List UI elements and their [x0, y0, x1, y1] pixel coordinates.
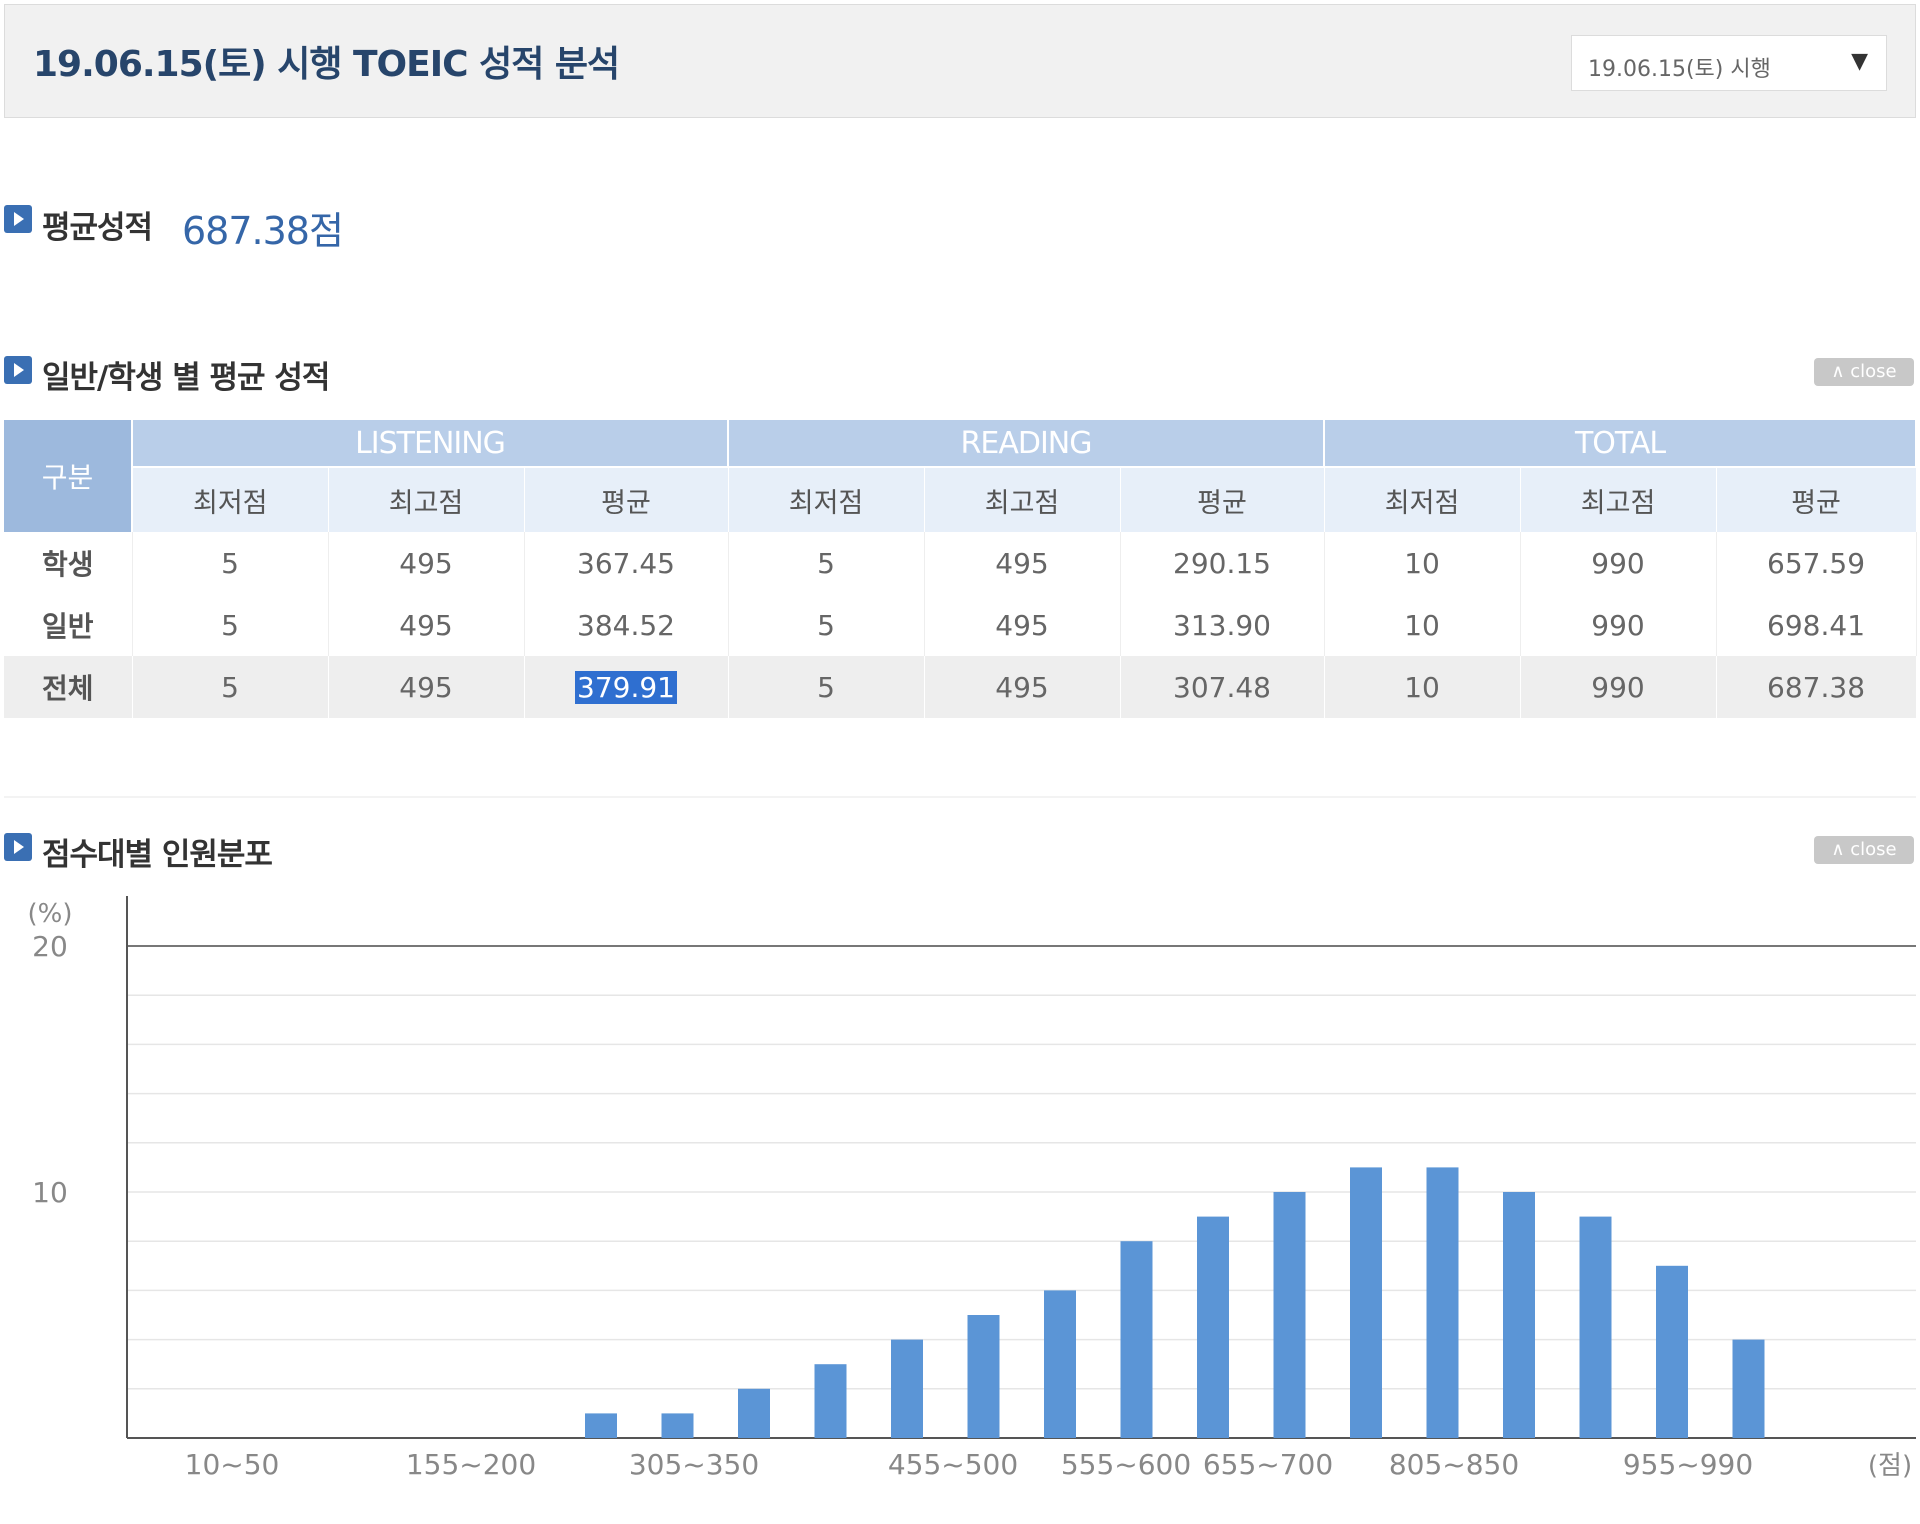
col-max-header: 최고점: [328, 466, 525, 532]
highlighted-value[interactable]: 379.91: [575, 670, 677, 704]
table-cell: 495: [924, 594, 1121, 656]
x-tick-label: 555~600: [1061, 1448, 1191, 1481]
table-cell: 990: [1520, 594, 1717, 656]
col-avg-header: 평균: [1716, 466, 1917, 532]
average-score-table: 구분 LISTENING READING TOTAL 최저점 최고점 평균 최저…: [4, 420, 1918, 718]
chart-bar: [967, 1315, 1000, 1438]
chart-bar: [1426, 1167, 1459, 1438]
table-close-button[interactable]: ∧ close: [1814, 358, 1914, 386]
col-min-header: 최저점: [1324, 466, 1521, 532]
total-header: TOTAL: [1324, 420, 1918, 467]
table-cell: 5: [728, 594, 925, 656]
chart-bar: [738, 1388, 770, 1438]
table-cell: 657.59: [1716, 532, 1917, 594]
x-tick-label: 805~850: [1389, 1448, 1519, 1481]
table-cell: 5: [728, 656, 925, 718]
y-unit-label: (%): [28, 899, 73, 929]
y-tick-label: 10: [32, 1176, 68, 1209]
table-cell: 290.15: [1120, 532, 1325, 594]
chevron-down-icon[interactable]: ▼: [1851, 49, 1868, 74]
table-cell: 990: [1520, 532, 1717, 594]
gubun-header: 구분: [4, 420, 133, 532]
table-cell: 10: [1324, 532, 1521, 594]
chart-bar: [1044, 1290, 1076, 1438]
table-cell: 379.91: [524, 656, 729, 718]
x-tick-label: 655~700: [1203, 1448, 1333, 1481]
chart-bar: [1273, 1192, 1306, 1438]
x-tick-label: 955~990: [1623, 1448, 1753, 1481]
table-cell: 5: [132, 594, 329, 656]
x-tick-label: 10~50: [185, 1448, 280, 1481]
table-cell: 384.52: [524, 594, 729, 656]
table-cell: 495: [924, 532, 1121, 594]
chart-bar: [585, 1413, 617, 1438]
table-cell: 495: [924, 656, 1121, 718]
chart-bar: [1732, 1339, 1765, 1438]
section-arrow-icon: [4, 205, 32, 233]
x-tick-label: 455~500: [888, 1448, 1018, 1481]
reading-header: READING: [728, 420, 1326, 467]
table-row-total: 전체 5 495 379.91 5 495 307.48 10 990 687.…: [4, 656, 1917, 718]
table-cell: 990: [1520, 656, 1717, 718]
exam-date-select[interactable]: 19.06.15(토) 시행 ▼: [1571, 35, 1887, 91]
listening-header: LISTENING: [132, 420, 729, 467]
x-tick-label: 305~350: [629, 1448, 759, 1481]
table-cell: 10: [1324, 656, 1521, 718]
table-cell: 5: [728, 532, 925, 594]
row-label: 전체: [4, 656, 133, 718]
table-row: 일반 5 495 384.52 5 495 313.90 10 990 698.…: [4, 594, 1917, 656]
table-cell: 495: [328, 532, 525, 594]
table-cell: 367.45: [524, 532, 729, 594]
row-label: 일반: [4, 594, 133, 656]
table-cell: 10: [1324, 594, 1521, 656]
section-divider: [4, 796, 1916, 798]
chart-section-title: 점수대별 인원분포: [42, 837, 273, 873]
chart-bar: [1503, 1192, 1535, 1438]
x-unit-label: (점): [1868, 1451, 1912, 1481]
chart-bar: [814, 1364, 847, 1438]
table-cell: 5: [132, 532, 329, 594]
chart-bar: [1350, 1167, 1382, 1438]
table-cell: 495: [328, 656, 525, 718]
chart-close-button[interactable]: ∧ close: [1814, 836, 1914, 864]
table-cell: 307.48: [1120, 656, 1325, 718]
table-row: 학생 5 495 367.45 5 495 290.15 10 990 657.…: [4, 532, 1917, 594]
average-score-value: 687.38점: [182, 209, 344, 253]
table-section-title: 일반/학생 별 평균 성적: [42, 360, 330, 396]
header-bar: 19.06.15(토) 시행 TOEIC 성적 분석 19.06.15(토) 시…: [4, 4, 1916, 118]
chart-bar: [1120, 1241, 1153, 1438]
chart-bar: [1579, 1216, 1612, 1438]
section-arrow-icon: [4, 356, 32, 384]
table-cell: 495: [328, 594, 525, 656]
table-cell: 687.38: [1716, 656, 1917, 718]
page-title: 19.06.15(토) 시행 TOEIC 성적 분석: [33, 44, 620, 85]
exam-date-select-value: 19.06.15(토) 시행: [1588, 57, 1771, 82]
table-cell: 698.41: [1716, 594, 1917, 656]
row-label: 학생: [4, 532, 133, 594]
score-distribution-chart: 10 20(%) 10~50 155~200 305~350 455~500 555~600…: [28, 896, 1916, 1481]
col-avg-header: 평균: [1120, 466, 1325, 532]
table-cell: 5: [132, 656, 329, 718]
average-score-label: 평균성적: [42, 210, 153, 246]
chart-bar: [1197, 1216, 1229, 1438]
chart-bar: [891, 1339, 923, 1438]
table-cell: 313.90: [1120, 594, 1325, 656]
section-arrow-icon: [4, 833, 32, 861]
chart-bar: [1656, 1265, 1688, 1438]
chart-bar: [661, 1413, 694, 1438]
col-max-header: 최고점: [1520, 466, 1717, 532]
x-tick-label: 155~200: [406, 1448, 536, 1481]
col-avg-header: 평균: [524, 466, 729, 532]
col-max-header: 최고점: [924, 466, 1121, 532]
y-tick-label: 20: [32, 930, 68, 963]
col-min-header: 최저점: [728, 466, 925, 532]
col-min-header: 최저점: [132, 466, 329, 532]
